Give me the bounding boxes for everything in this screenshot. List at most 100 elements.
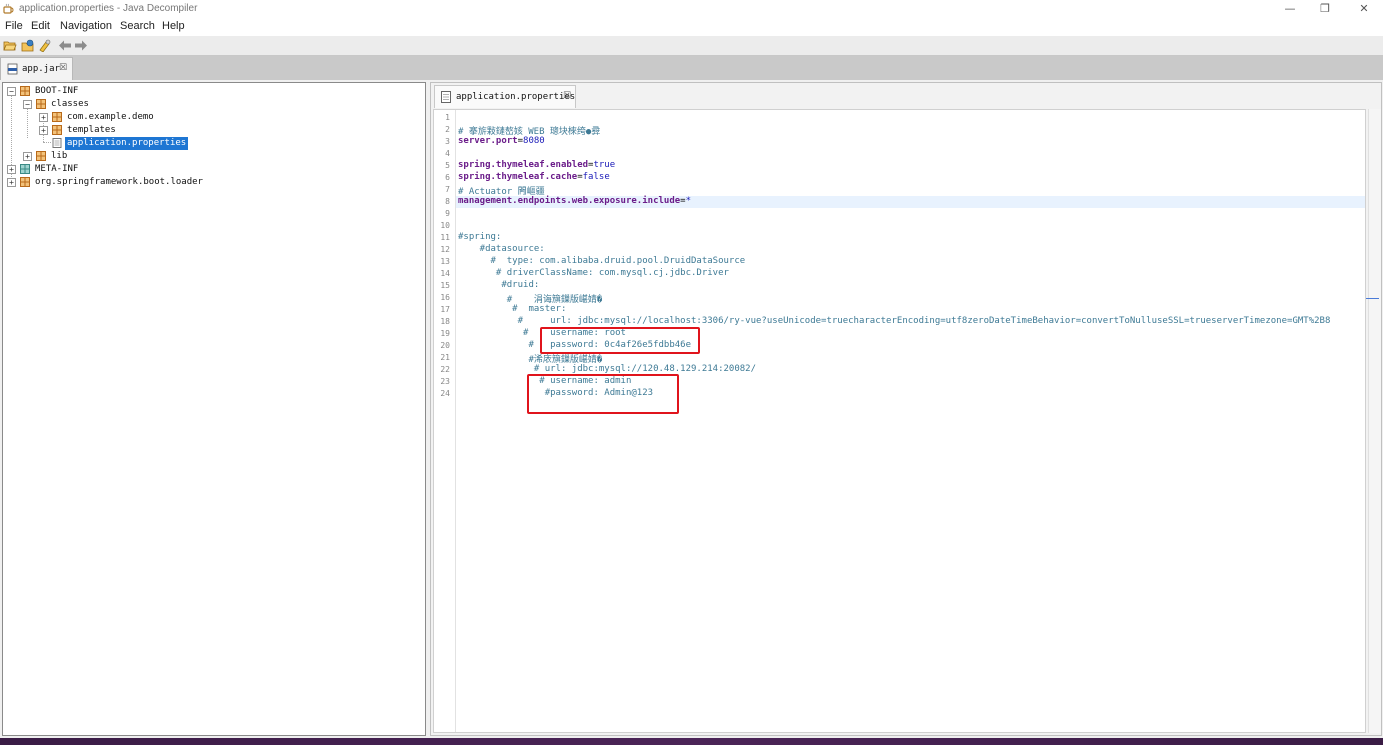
java-decompiler-app-icon [3,3,14,14]
collapse-icon[interactable]: − [7,87,16,96]
line-number: 4 [445,149,450,158]
collapse-icon[interactable]: − [23,100,32,109]
property-value: 8080 [523,136,545,146]
window-title: application.properties - Java Decompiler [19,3,198,14]
property-key: management.endpoints.web.exposure.includ… [458,196,681,206]
menu-navigation[interactable]: Navigation [60,20,112,32]
line-number: 24 [440,389,450,398]
expand-icon[interactable]: + [23,152,32,161]
highlight-box-slave-credentials [527,374,679,414]
source-code-view[interactable]: 1 2 3 4 5 6 7 8 9 10 11 12 13 14 15 16 1… [433,109,1366,733]
line-number: 18 [440,317,450,326]
line-number: 13 [440,257,450,266]
tab-app-jar[interactable]: app.jar ☒ [0,57,73,80]
menu-search[interactable]: Search [120,20,155,32]
line-number: 8 [445,197,450,206]
tree-item-lib[interactable]: + lib [3,150,423,163]
line-number: 10 [440,221,450,230]
line-number: 11 [440,233,450,242]
tree-item-org-springframework-boot-loader[interactable]: + org.springframework.boot.loader [3,176,423,189]
property-value: * [685,196,692,206]
back-arrow-icon[interactable] [58,39,72,52]
code-line-comment: # type: com.alibaba.druid.pool.DruidData… [458,256,746,266]
expand-icon[interactable]: + [7,178,16,187]
search-icon[interactable] [38,39,52,52]
tree-item-boot-inf[interactable]: − BOOT-INF [3,85,423,98]
code-line-property: spring.thymeleaf.cache=false [458,172,610,182]
editor-vertical-scrollbar[interactable] [1368,109,1381,733]
text-file-icon [441,91,451,103]
line-number: 3 [445,137,450,146]
code-line-comment: #spring: [458,232,502,242]
line-number: 14 [440,269,450,278]
code-line-property: server.port=8080 [458,136,545,146]
tree-item-label: classes [51,99,89,109]
package-icon [20,86,30,96]
code-line-comment: # master: [458,304,567,314]
line-number: 23 [440,377,450,386]
line-number: 15 [440,281,450,290]
code-line-comment: # url: jdbc:mysql://120.48.129.214:20082… [458,364,757,374]
package-icon [52,125,62,135]
tree-item-application-properties[interactable]: application.properties [3,137,423,150]
menu-help[interactable]: Help [162,20,185,32]
line-number: 21 [440,353,450,362]
code-line-comment: #druid: [458,280,540,290]
property-key: spring.thymeleaf.enabled [458,160,589,170]
jar-file-icon [7,63,18,75]
line-number: 16 [440,293,450,302]
tree-item-label: com.example.demo [67,112,154,122]
line-number: 20 [440,341,450,350]
package-tree: − BOOT-INF − classes + com.example.demo … [2,82,426,736]
package-icon [36,151,46,161]
code-line-comment: # driverClassName: com.mysql.cj.jdbc.Dri… [458,268,729,278]
open-file-icon[interactable] [3,39,17,52]
expand-icon[interactable]: + [39,113,48,122]
menu-edit[interactable]: Edit [31,20,50,32]
open-type-icon[interactable] [21,39,35,52]
minimize-button[interactable]: — [1283,2,1297,16]
title-bar: application.properties - Java Decompiler… [0,0,1383,18]
forward-arrow-icon[interactable] [74,39,88,52]
expand-icon[interactable]: + [7,165,16,174]
restore-button[interactable]: ❐ [1318,2,1332,16]
tab-application-properties[interactable]: application.properties ☒ [434,85,576,108]
archive-tab-strip: app.jar ☒ [0,56,1383,80]
property-value: true [593,160,616,170]
tree-item-com-example-demo[interactable]: + com.example.demo [3,111,423,124]
package-icon [52,112,62,122]
tab-application-properties-close-icon[interactable]: ☒ [563,91,571,101]
line-number: 5 [445,161,450,170]
toolbar [0,36,1383,56]
code-line-property: management.endpoints.web.exposure.includ… [458,196,691,206]
line-number: 19 [440,329,450,338]
code-line-comment: #datasource: [458,244,545,254]
tree-item-templates[interactable]: + templates [3,124,423,137]
expand-icon[interactable]: + [39,126,48,135]
line-number-gutter: 1 2 3 4 5 6 7 8 9 10 11 12 13 14 15 16 1… [434,110,456,732]
property-key: spring.thymeleaf.cache [458,172,578,182]
tree-item-label: application.properties [65,137,189,150]
line-number: 6 [445,173,450,182]
close-button[interactable]: ✕ [1357,2,1371,16]
menu-bar: File Edit Navigation Search Help [0,18,1383,36]
line-number: 22 [440,365,450,374]
package-icon [20,177,30,187]
desktop-taskbar-edge [0,738,1383,745]
line-number: 12 [440,245,450,254]
text-file-icon [52,138,62,148]
line-number: 7 [445,185,450,194]
tab-application-properties-label: application.properties [456,92,576,102]
package-icon [36,99,46,109]
tree-item-classes[interactable]: − classes [3,98,423,111]
tree-item-label: lib [51,151,68,161]
line-number: 2 [445,125,450,134]
menu-file[interactable]: File [5,20,23,32]
tab-app-jar-close-icon[interactable]: ☒ [59,63,67,73]
tree-item-label: templates [67,125,116,135]
line-number: 17 [440,305,450,314]
tree-item-meta-inf[interactable]: + META-INF [3,163,423,176]
line-number: 9 [445,209,450,218]
tree-item-label: org.springframework.boot.loader [35,177,203,187]
property-key: server.port [458,136,518,146]
